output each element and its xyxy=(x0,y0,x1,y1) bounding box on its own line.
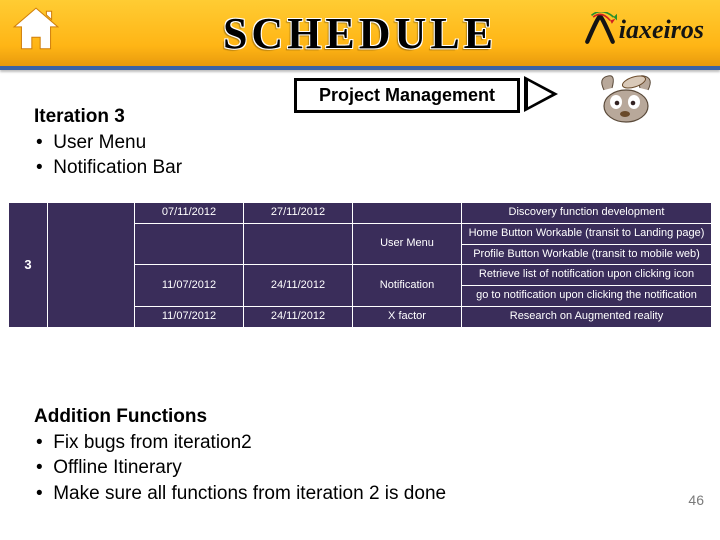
addition-item-label: Make sure all functions from iteration 2… xyxy=(53,483,446,504)
iteration-name-cell xyxy=(48,203,135,328)
desc-cell: Home Button Workable (transit to Landing… xyxy=(462,223,712,244)
table-row: 3 07/11/2012 27/11/2012 Discovery functi… xyxy=(9,203,712,224)
desc-cell: Profile Button Workable (transit to mobi… xyxy=(462,244,712,265)
header-bar: SCHEDULE iaxeiros xyxy=(0,0,720,69)
start-date-cell: 07/11/2012 xyxy=(135,203,244,224)
end-date-cell xyxy=(244,223,353,265)
task-cell xyxy=(353,203,462,224)
end-date-cell: 24/11/2012 xyxy=(244,265,353,307)
brand-text: iaxeiros xyxy=(619,15,704,44)
iteration-item: • Notification Bar xyxy=(36,155,182,181)
iteration-section: Iteration 3 • User Menu • Notification B… xyxy=(34,104,182,181)
iteration-item: • User Menu xyxy=(36,130,182,156)
desc-cell: go to notification upon clicking the not… xyxy=(462,286,712,307)
page-number: 46 xyxy=(688,492,704,508)
addition-item-label: Offline Itinerary xyxy=(53,457,181,478)
start-date-cell: 11/07/2012 xyxy=(135,306,244,327)
end-date-cell: 24/11/2012 xyxy=(244,306,353,327)
desc-cell: Research on Augmented reality xyxy=(462,306,712,327)
addition-section: Addition Functions • Fix bugs from itera… xyxy=(34,404,446,507)
addition-item-label: Fix bugs from iteration2 xyxy=(53,432,252,453)
end-date-cell: 27/11/2012 xyxy=(244,203,353,224)
task-cell: User Menu xyxy=(353,223,462,265)
iteration-item-label: User Menu xyxy=(53,132,146,153)
schedule-table: 3 07/11/2012 27/11/2012 Discovery functi… xyxy=(8,202,712,328)
start-date-cell: 11/07/2012 xyxy=(135,265,244,307)
addition-item: • Fix bugs from iteration2 xyxy=(36,430,446,456)
pm-box-label: Project Management xyxy=(294,78,520,113)
addition-item: • Offline Itinerary xyxy=(36,455,446,481)
iteration-heading: Iteration 3 xyxy=(34,104,182,130)
arrow-right-icon xyxy=(524,76,558,112)
desc-cell: Retrieve list of notification upon click… xyxy=(462,265,712,286)
home-icon[interactable] xyxy=(10,4,66,60)
pm-callout: Project Management xyxy=(294,78,520,113)
addition-item: • Make sure all functions from iteration… xyxy=(36,481,446,507)
start-date-cell xyxy=(135,223,244,265)
iteration-item-label: Notification Bar xyxy=(53,157,182,178)
iteration-id-cell: 3 xyxy=(9,203,48,328)
page-title: SCHEDULE xyxy=(223,8,497,59)
desc-cell: Discovery function development xyxy=(462,203,712,224)
addition-heading: Addition Functions xyxy=(34,404,446,430)
task-cell: Notification xyxy=(353,265,462,307)
brand-logo: iaxeiros xyxy=(583,12,704,46)
task-cell: X factor xyxy=(353,306,462,327)
mascot-icon xyxy=(594,72,658,126)
header-underline xyxy=(0,66,720,70)
